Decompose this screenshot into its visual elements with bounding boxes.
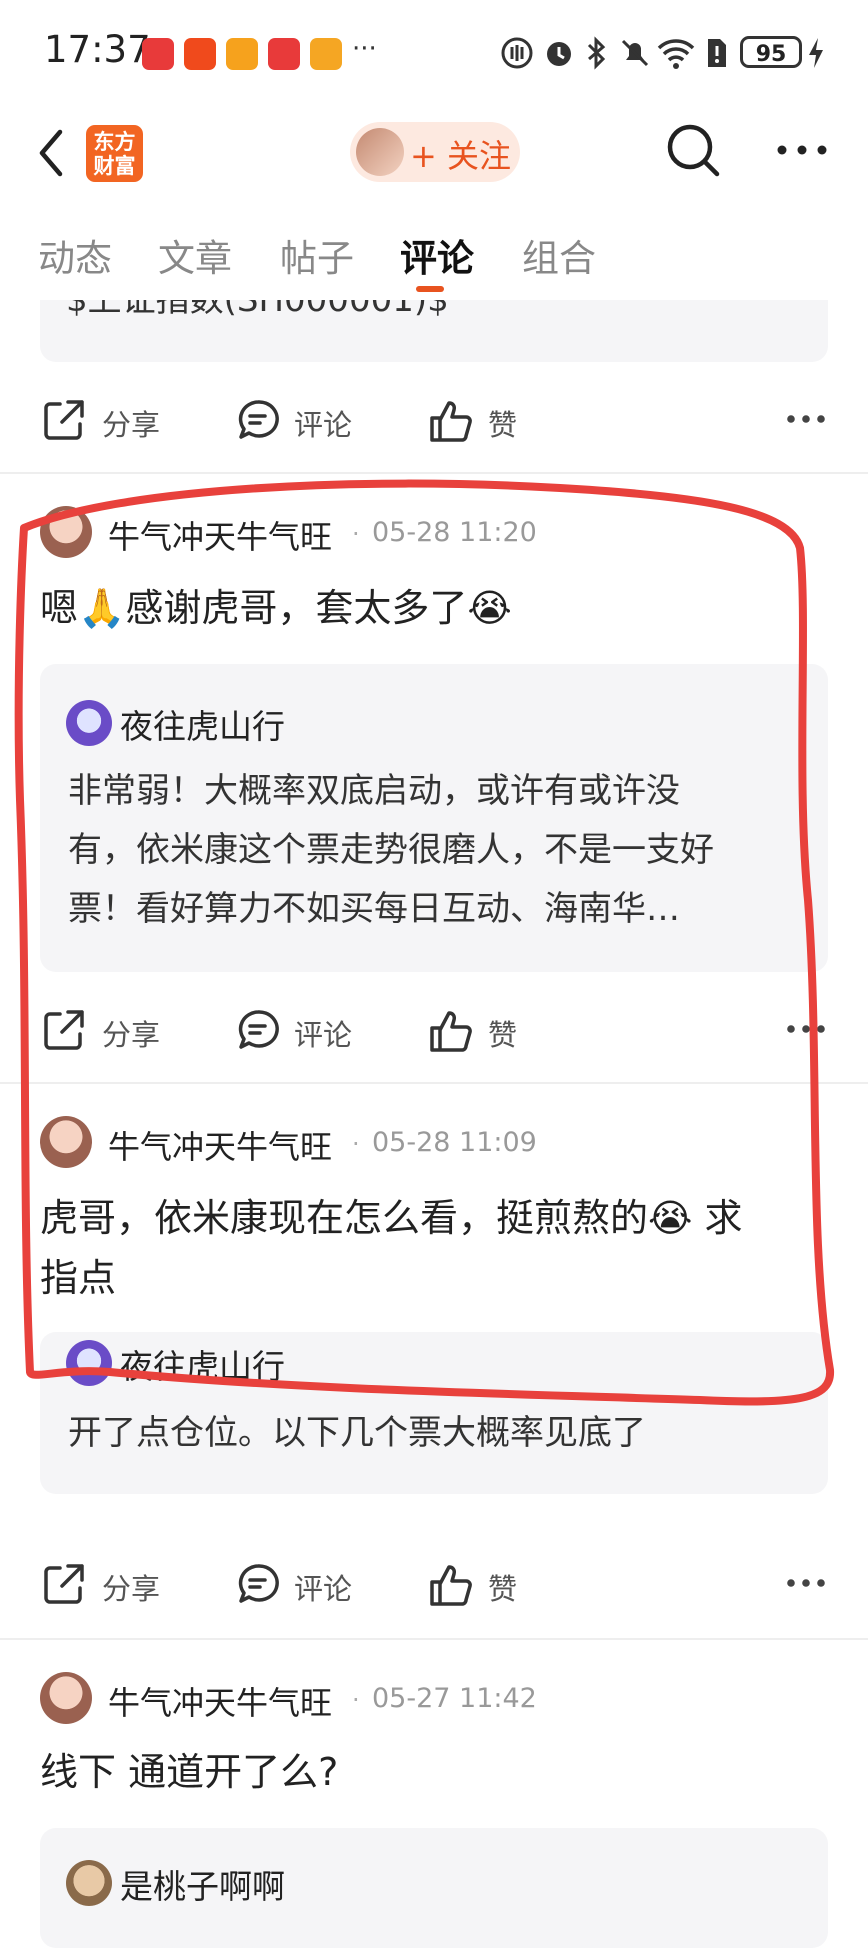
separator: · bbox=[352, 520, 360, 548]
comment-label[interactable]: 评论 bbox=[294, 402, 352, 444]
sim-alert-icon bbox=[708, 39, 726, 67]
tab-posts[interactable]: 帖子 bbox=[280, 228, 354, 282]
like-label[interactable]: 赞 bbox=[488, 1566, 517, 1608]
action-row: 分享 评论 赞 bbox=[0, 1006, 868, 1056]
taobao-app-icon bbox=[184, 38, 216, 70]
divider bbox=[0, 472, 868, 474]
action-row: 分享 评论 赞 bbox=[0, 1560, 868, 1610]
like-icon[interactable] bbox=[428, 398, 474, 444]
like-icon[interactable] bbox=[428, 1008, 474, 1054]
share-label[interactable]: 分享 bbox=[102, 1566, 160, 1608]
more-options-icon[interactable] bbox=[776, 140, 828, 160]
like-icon[interactable] bbox=[428, 1562, 474, 1608]
huawei-app-icon bbox=[142, 38, 174, 70]
quote-block[interactable]: 夜往虎山行 非常弱！大概率双底启动，或许有或许没 有，依米康这个票走势很磨人，不… bbox=[40, 664, 828, 972]
quote-avatar bbox=[66, 700, 112, 746]
comment-text-line[interactable]: 指点 bbox=[40, 1248, 116, 1308]
like-label[interactable]: 赞 bbox=[488, 402, 517, 444]
quote-line: 有，依米康这个票走势很磨人，不是一支好 bbox=[68, 830, 714, 870]
more-icon[interactable] bbox=[786, 412, 826, 426]
follow-label[interactable]: + 关注 bbox=[410, 131, 511, 177]
action-row: 分享 评论 赞 bbox=[0, 396, 868, 446]
comment-icon[interactable] bbox=[236, 398, 280, 442]
quote-block[interactable]: 夜往虎山行 开了点仓位。以下几个票大概率见底了 bbox=[40, 1332, 828, 1494]
meituan-app-icon bbox=[226, 38, 258, 70]
avatar[interactable] bbox=[40, 1672, 92, 1724]
quote-block[interactable]: 是桃子啊啊 bbox=[40, 1828, 828, 1948]
quote-line: 非常弱！大概率双底启动，或许有或许没 bbox=[68, 771, 680, 811]
separator: · bbox=[352, 1686, 360, 1714]
quote-username[interactable]: 夜往虎山行 bbox=[120, 700, 285, 748]
more-notifications-icon: ··· bbox=[352, 34, 377, 64]
status-bar: 17:37 ··· 95 bbox=[0, 0, 868, 100]
battery-indicator: 95 bbox=[740, 36, 802, 68]
share-icon[interactable] bbox=[42, 398, 86, 442]
wallet-app-icon bbox=[310, 38, 342, 70]
like-label[interactable]: 赞 bbox=[488, 1012, 517, 1054]
back-arrow-icon[interactable] bbox=[36, 128, 66, 178]
avatar[interactable] bbox=[40, 506, 92, 558]
more-icon[interactable] bbox=[786, 1022, 826, 1036]
share-label[interactable]: 分享 bbox=[102, 1012, 160, 1054]
charging-icon bbox=[809, 38, 823, 68]
eastmoney-logo: 东方 财富 bbox=[86, 125, 143, 182]
comment-text[interactable]: 嗯🙏感谢虎哥，套太多了😭 bbox=[40, 578, 512, 638]
share-icon[interactable] bbox=[42, 1008, 86, 1052]
tab-articles[interactable]: 文章 bbox=[158, 228, 232, 282]
more-icon[interactable] bbox=[786, 1576, 826, 1590]
quote-avatar bbox=[66, 1860, 112, 1906]
username[interactable]: 牛气冲天牛气旺 bbox=[108, 1678, 332, 1724]
search-icon[interactable] bbox=[665, 122, 721, 178]
comment-icon[interactable] bbox=[236, 1008, 280, 1052]
comment-text[interactable]: 线下 通道开了么? bbox=[40, 1742, 338, 1802]
status-time: 17:37 bbox=[44, 28, 151, 71]
share-icon[interactable] bbox=[42, 1562, 86, 1606]
tab-portfolio[interactable]: 组合 bbox=[522, 228, 596, 282]
quote-avatar bbox=[66, 1340, 112, 1386]
timestamp: 05-28 11:20 bbox=[372, 517, 537, 548]
quote-username[interactable]: 是桃子啊啊 bbox=[120, 1860, 285, 1908]
username[interactable]: 牛气冲天牛气旺 bbox=[108, 1122, 332, 1168]
logo-text-top: 东方 bbox=[93, 130, 136, 154]
profile-avatar bbox=[356, 128, 404, 176]
wifi-icon bbox=[657, 39, 695, 69]
comment-icon[interactable] bbox=[236, 1562, 280, 1606]
comment-label[interactable]: 评论 bbox=[294, 1012, 352, 1054]
active-tab-indicator bbox=[416, 286, 444, 292]
comment-label[interactable]: 评论 bbox=[294, 1566, 352, 1608]
quote-line: 开了点仓位。以下几个票大概率见底了 bbox=[68, 1413, 646, 1453]
separator: · bbox=[352, 1130, 360, 1158]
quote-username[interactable]: 夜往虎山行 bbox=[120, 1340, 285, 1388]
bluetooth-icon bbox=[587, 36, 606, 70]
quote-line: 票！看好算力不如买每日互动、海南华… bbox=[68, 889, 680, 929]
divider bbox=[0, 1082, 868, 1084]
share-label[interactable]: 分享 bbox=[102, 402, 160, 444]
logo-text-bottom: 财富 bbox=[93, 154, 136, 178]
timestamp: 05-28 11:09 bbox=[372, 1127, 537, 1158]
avatar[interactable] bbox=[40, 1116, 92, 1168]
comment-text-line[interactable]: 虎哥，依米康现在怎么看，挺煎熬的😭 求 bbox=[40, 1188, 742, 1248]
huawei-store-icon bbox=[268, 38, 300, 70]
username[interactable]: 牛气冲天牛气旺 bbox=[108, 512, 332, 558]
quote-block[interactable]: $上证指数(SH000001)$ bbox=[40, 300, 828, 362]
alarm-icon bbox=[547, 42, 571, 66]
tab-comments[interactable]: 评论 bbox=[400, 228, 474, 282]
nfc-icon bbox=[501, 37, 533, 69]
timestamp: 05-27 11:42 bbox=[372, 1683, 537, 1714]
tab-dynamics[interactable]: 动态 bbox=[38, 228, 112, 282]
quote-text: $上证指数(SH000001)$ bbox=[66, 300, 449, 320]
divider bbox=[0, 1638, 868, 1640]
mute-bell-icon bbox=[621, 39, 649, 67]
